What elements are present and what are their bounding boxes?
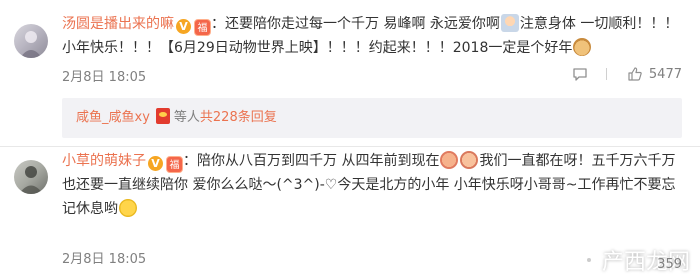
- red-envelope-icon: [155, 108, 170, 124]
- red-badge-icon: 福: [166, 156, 183, 173]
- comment-username[interactable]: 汤圆是播出来的嘛: [62, 16, 174, 32]
- like-count: 5477: [648, 66, 682, 82]
- red-badge-icon: 福: [194, 19, 211, 36]
- comment-body: 汤圆是播出来的嘛 V 福：还要陪你走过每一个千万 易峰啊 永远爱你啊 注意身体 一切顺…: [62, 12, 682, 60]
- verified-badge-icon: V: [148, 156, 163, 171]
- like-count: 359: [657, 257, 682, 272]
- dog-emoji-icon: [573, 38, 592, 56]
- comment-date: 2月8日 18:05: [62, 252, 147, 267]
- reply-summary[interactable]: 咸鱼_咸鱼xy 等人共228条回复: [62, 98, 682, 138]
- action-divider: [605, 68, 607, 80]
- comment-username[interactable]: 小草的萌妹子: [62, 153, 146, 169]
- reply-suffix: 等人: [173, 110, 200, 125]
- comment-1: 汤圆是播出来的嘛 V 福：还要陪你走过每一个千万 易峰啊 永远爱你啊 注意身体 一切顺…: [0, 0, 700, 146]
- comment-actions: 5477: [552, 66, 682, 82]
- reply-total-link[interactable]: 共228条回复: [200, 110, 277, 125]
- comment-body: 小草的萌妹子 V 福：陪你从八百万到四千万 从四年前到现在 我们一直都在呀！五千万六千…: [62, 149, 682, 221]
- avatar[interactable]: [14, 160, 48, 194]
- reply-user[interactable]: 咸鱼_咸鱼xy: [76, 110, 150, 125]
- comment-text-part1: ：还要陪你走过每一个千万 易峰啊 永远爱你啊: [211, 16, 500, 32]
- emoji-icon: [500, 14, 519, 32]
- comment-bubble-icon[interactable]: [572, 66, 588, 82]
- avatar-image: [19, 166, 43, 194]
- sweat-smile-emoji-icon: [119, 199, 137, 217]
- watermark-logo-icon: [574, 247, 600, 273]
- thumbs-up-icon[interactable]: [627, 66, 643, 82]
- comment-date: 2月8日 18:05: [62, 70, 147, 85]
- avatar-image: [20, 31, 42, 58]
- emoji-icon: [460, 151, 479, 169]
- comment-text-part1: ：陪你从八百万到四千万 从四年前到现在: [183, 153, 440, 169]
- emoji-icon: [440, 151, 459, 169]
- verified-badge-icon: V: [176, 19, 191, 34]
- avatar[interactable]: [14, 24, 48, 58]
